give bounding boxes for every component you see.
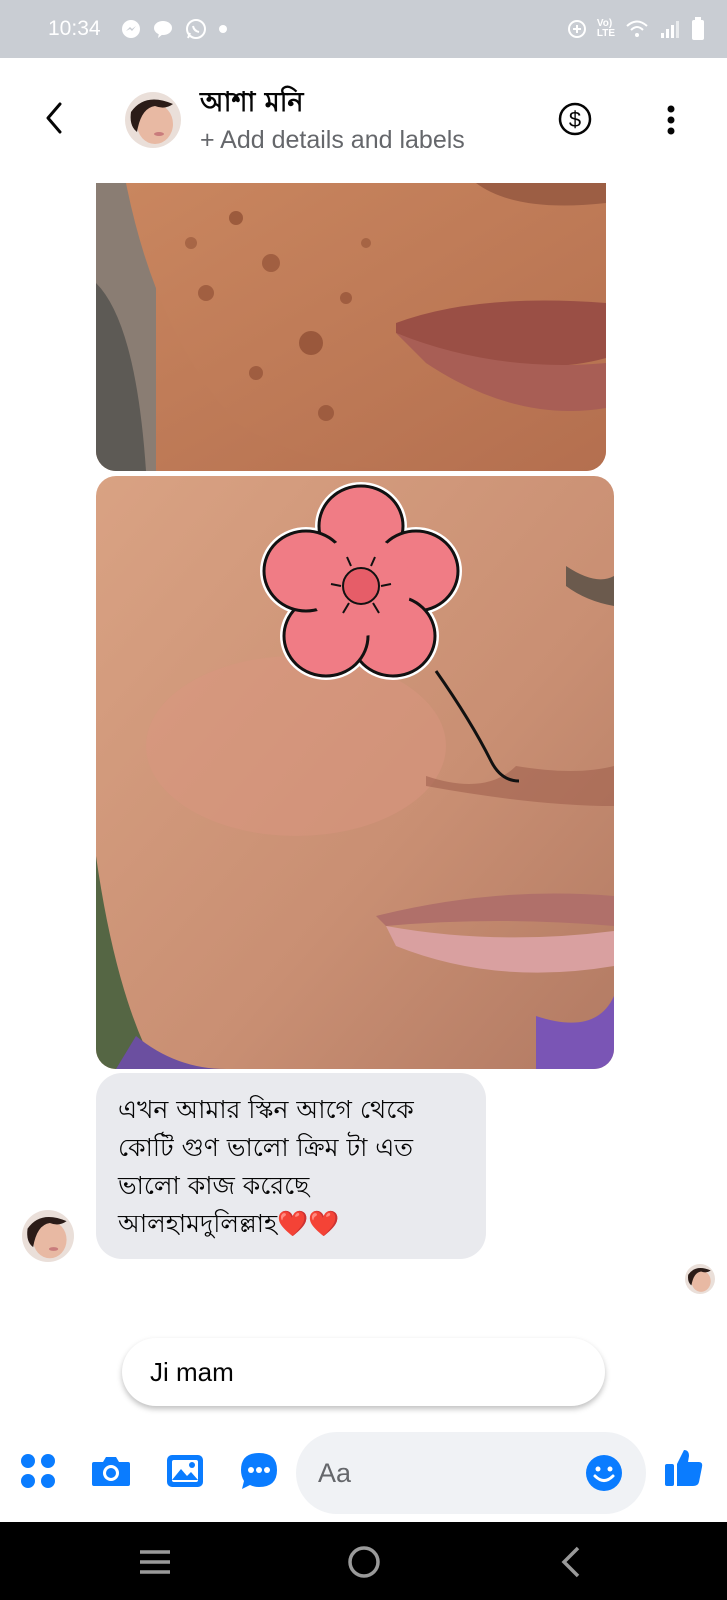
data-saver-icon: [567, 20, 586, 38]
dot-icon: [218, 25, 227, 33]
whatsapp-icon: [185, 19, 206, 39]
message-photo-after[interactable]: [96, 476, 614, 1069]
message-text: এখন আমার স্কিন আগে থেকে কোটি গুণ ভালো ক্…: [118, 1095, 414, 1238]
sender-avatar[interactable]: [22, 1210, 74, 1262]
dollar-icon[interactable]: $: [558, 102, 592, 136]
system-nav-bar: [0, 1522, 727, 1600]
message-input[interactable]: Aa: [296, 1432, 646, 1514]
signal-icon: [661, 21, 679, 38]
suggested-reply-chip[interactable]: Ji mam: [122, 1338, 605, 1406]
chat-icon[interactable]: [238, 1450, 280, 1492]
suggested-reply-text: Ji mam: [150, 1356, 234, 1387]
camera-icon[interactable]: [90, 1450, 132, 1492]
status-time: 10:34: [48, 17, 101, 40]
emoji-icon[interactable]: [584, 1453, 624, 1493]
chat-bubble-icon: [153, 21, 172, 38]
contact-name[interactable]: আশা মনি: [200, 82, 304, 127]
volte-icon: Vo) LTE: [596, 18, 615, 39]
message-input-placeholder: Aa: [318, 1457, 352, 1488]
battery-icon: [692, 17, 704, 40]
chat-header: আশা মনি + Add details and labels $: [0, 58, 727, 182]
svg-text:$: $: [569, 107, 581, 132]
like-icon[interactable]: [662, 1446, 706, 1490]
message-photo-before[interactable]: [96, 183, 606, 471]
wifi-icon: [626, 20, 648, 37]
composer-bar: Aa: [0, 1426, 727, 1526]
add-details-link[interactable]: + Add details and labels: [200, 126, 465, 155]
messenger-icon: [121, 20, 140, 38]
gallery-icon[interactable]: [164, 1450, 206, 1492]
back-icon[interactable]: [38, 98, 70, 138]
more-icon[interactable]: [664, 104, 678, 136]
status-bar: 10:34 Vo) LTE: [0, 0, 727, 58]
message-bubble[interactable]: এখন আমার স্কিন আগে থেকে কোটি গুণ ভালো ক্…: [96, 1073, 486, 1259]
back-nav-icon[interactable]: [552, 1544, 592, 1580]
apps-icon[interactable]: [17, 1450, 59, 1492]
avatar[interactable]: [125, 92, 181, 148]
recents-icon[interactable]: [135, 1544, 175, 1580]
seen-receipt-avatar: [685, 1264, 715, 1294]
home-icon[interactable]: [344, 1544, 384, 1580]
